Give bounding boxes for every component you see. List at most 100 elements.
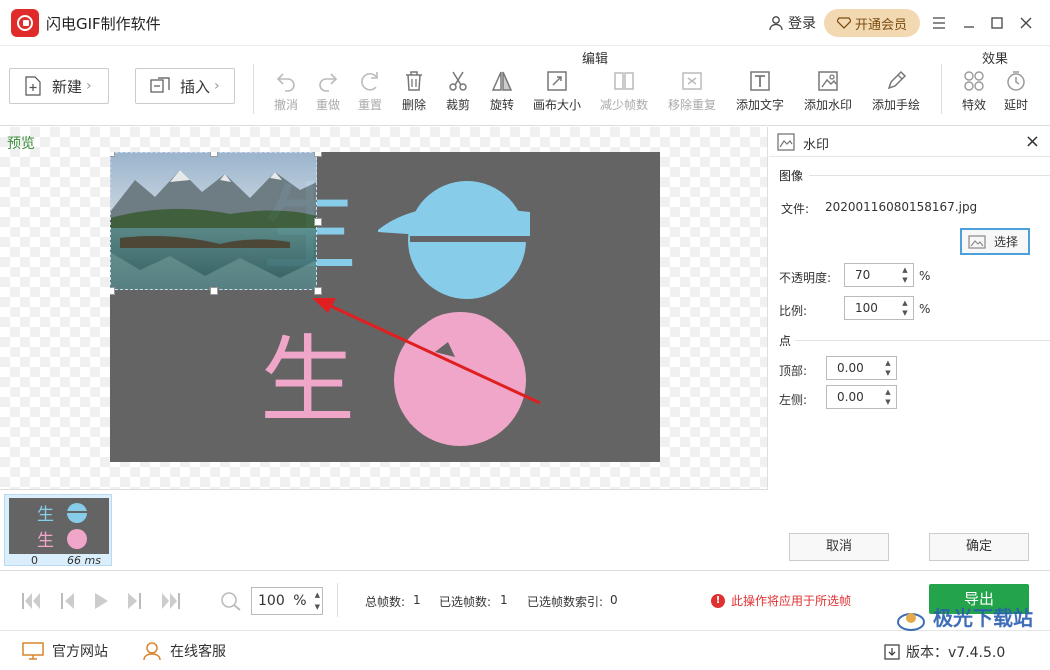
canvas-size-button[interactable]: 画布大小 — [527, 70, 587, 113]
zoom-value: 100 — [258, 593, 285, 609]
section-divider — [809, 175, 1050, 176]
total-frames-label: 总帧数: — [365, 595, 406, 609]
resize-handle[interactable] — [110, 152, 115, 157]
download-icon — [884, 644, 900, 660]
rotate-button[interactable]: 旋转 — [472, 70, 532, 113]
undo-label: 撤消 — [273, 98, 298, 112]
chevron-right-icon: › — [86, 78, 92, 94]
stepper-arrows-icon[interactable]: ▲ ▼ — [900, 298, 910, 318]
reduce-frames-button[interactable]: 减少帧数 — [594, 70, 654, 113]
edit-group-label: 编辑 — [582, 52, 609, 67]
insert-label: 插入 — [180, 77, 211, 96]
menu-icon[interactable] — [928, 12, 950, 34]
gif-canvas[interactable]: 生 生 — [110, 152, 660, 462]
online-support-link[interactable]: 在线客服 — [142, 641, 226, 661]
version-info[interactable]: 版本：v7.4.5.0 — [884, 642, 1005, 662]
add-drawing-button[interactable]: 添加手绘 — [866, 70, 926, 113]
frame-thumbnail[interactable]: 生 生 0 66 ms — [4, 494, 112, 567]
left-stepper[interactable]: 0.00 ▲ ▼ — [826, 385, 897, 409]
previous-frame-icon[interactable] — [57, 591, 79, 611]
insert-button[interactable]: 插入 › — [135, 68, 235, 104]
site-watermark-text: 极光下载站 — [932, 606, 1033, 630]
opacity-label: 不透明度: — [779, 271, 832, 285]
scale-value: 100 — [855, 301, 878, 315]
left-value: 0.00 — [837, 390, 864, 404]
top-stepper[interactable]: 0.00 ▲ ▼ — [826, 356, 897, 380]
remove-duplicate-icon — [682, 72, 702, 90]
selected-frames-label: 已选帧数: — [439, 595, 492, 609]
cancel-button[interactable]: 取消 — [789, 533, 889, 561]
playback-bar: 100 % ▲ ▼ 总帧数: 1 已选帧数: 1 已选帧数索引: 0 ! 此操作将… — [0, 570, 1050, 630]
top-label: 顶部: — [779, 364, 808, 378]
vip-button[interactable]: 开通会员 — [824, 9, 920, 37]
toolbar-divider — [253, 64, 254, 114]
resize-handle[interactable] — [210, 152, 218, 157]
scale-unit: % — [919, 302, 931, 316]
resize-handle[interactable] — [314, 287, 322, 295]
opacity-unit: % — [919, 269, 931, 283]
effects-icon — [964, 71, 984, 91]
timer-icon — [1007, 71, 1025, 91]
zoom-unit: % — [293, 593, 307, 609]
svg-text:生: 生 — [37, 505, 54, 525]
top-value: 0.00 — [837, 361, 864, 375]
selected-index-value: 0 — [610, 593, 618, 607]
vip-label: 开通会员 — [854, 17, 907, 33]
canvas-size-label: 画布大小 — [532, 98, 581, 112]
effect-group-label: 效果 — [982, 52, 1009, 67]
watermark-icon — [777, 133, 795, 151]
selected-frames-value: 1 — [500, 593, 508, 607]
redo-icon — [319, 73, 338, 92]
scale-label: 比例: — [779, 304, 808, 318]
undo-icon — [276, 73, 295, 92]
stepper-arrows-icon[interactable]: ▲ ▼ — [883, 358, 893, 378]
play-icon[interactable] — [90, 591, 112, 611]
resize-handle[interactable] — [210, 287, 218, 295]
resize-handle[interactable] — [314, 152, 322, 157]
select-image-button[interactable]: 选择 — [960, 228, 1030, 255]
new-button[interactable]: 新建 › — [9, 68, 109, 104]
reduce-frames-label: 减少帧数 — [599, 98, 648, 112]
opacity-stepper[interactable]: 70 ▲ ▼ — [844, 263, 914, 287]
chevron-right-icon: › — [214, 78, 220, 94]
reduce-frames-icon — [614, 72, 634, 90]
file-name: 20200116080158167.jpg — [825, 200, 978, 214]
first-frame-icon[interactable] — [20, 591, 42, 611]
resize-handle[interactable] — [110, 287, 115, 295]
login-label: 登录 — [788, 16, 816, 32]
panel-header: 水印 × — [769, 127, 1050, 157]
remove-duplicate-button[interactable]: 移除重复 — [662, 70, 722, 113]
close-icon[interactable] — [1015, 12, 1037, 34]
official-website-link[interactable]: 官方网站 — [22, 641, 108, 661]
add-text-button[interactable]: 添加文字 — [730, 70, 790, 113]
canvas-glyph-pink: 生 — [260, 326, 356, 436]
close-icon[interactable]: × — [1025, 131, 1040, 152]
reset-label: 重置 — [357, 98, 382, 112]
zoom-input[interactable]: 100 % ▲ ▼ — [251, 587, 323, 615]
online-support-label: 在线客服 — [170, 644, 226, 660]
stepper-arrows-icon[interactable]: ▲ ▼ — [883, 387, 893, 407]
maximize-icon[interactable] — [986, 12, 1008, 34]
scale-stepper[interactable]: 100 ▲ ▼ — [844, 296, 914, 320]
new-file-icon — [25, 76, 41, 96]
app-logo-icon — [11, 9, 39, 37]
total-frames-value: 1 — [413, 593, 421, 607]
resize-handle[interactable] — [314, 218, 322, 226]
toolbar-divider — [941, 64, 942, 114]
stepper-arrows-icon[interactable]: ▲ ▼ — [315, 589, 320, 613]
delay-button[interactable]: 延时 — [986, 70, 1046, 113]
watermark-selection-box[interactable] — [110, 152, 322, 295]
svg-text:生: 生 — [37, 531, 54, 551]
last-frame-icon[interactable] — [160, 591, 182, 611]
app-title: 闪电GIF制作软件 — [46, 15, 161, 33]
next-frame-icon[interactable] — [123, 591, 145, 611]
ok-button[interactable]: 确定 — [929, 533, 1029, 561]
rotate-label: 旋转 — [489, 98, 514, 112]
image-section-label: 图像 — [779, 169, 804, 183]
preview-area: 预览 生 生 — [0, 127, 768, 489]
stepper-arrows-icon[interactable]: ▲ ▼ — [900, 265, 910, 285]
add-watermark-button[interactable]: 添加水印 — [798, 70, 858, 113]
login-button[interactable]: 登录 — [768, 13, 816, 33]
canvas-size-icon — [547, 71, 567, 91]
minimize-icon[interactable] — [958, 12, 980, 34]
